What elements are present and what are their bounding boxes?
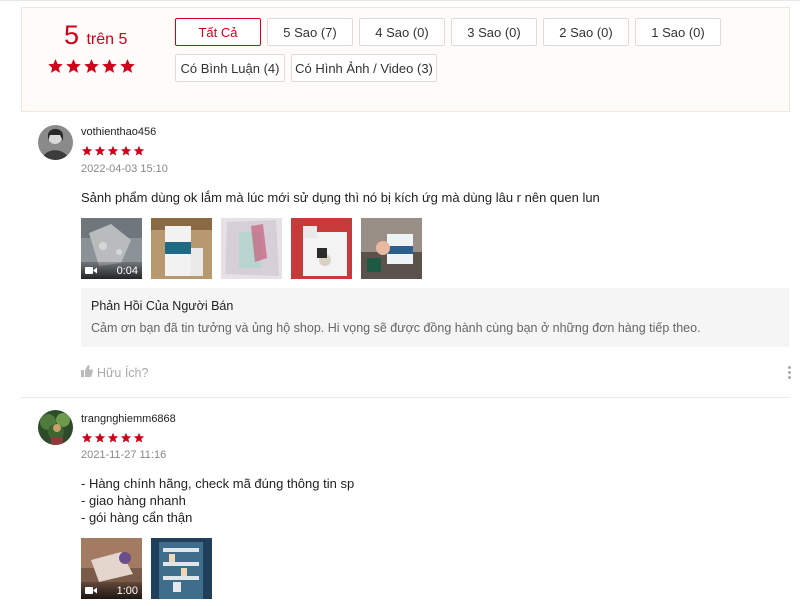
- review-image-thumbnail[interactable]: [151, 218, 212, 279]
- star-icon: [94, 432, 106, 443]
- filter-3-star-button[interactable]: 3 Sao (0): [451, 18, 537, 46]
- filter-4-star-button[interactable]: 4 Sao (0): [359, 18, 445, 46]
- review-stars: [81, 431, 146, 449]
- review-username[interactable]: vothienthao456: [81, 126, 156, 138]
- review-item: trangnghiemm6868 2021-11-27 11:16 - Hàng…: [21, 406, 800, 606]
- rating-overview: 5 trên 5 Tất Cả 5 Sao (7) 4 Sao (0) 3 Sa…: [21, 7, 790, 112]
- seller-reply: Phản Hồi Của Người Bán Cảm ơn bạn đã tin…: [81, 288, 789, 347]
- review-text: - Hàng chính hãng, check mã đúng thông t…: [81, 475, 354, 526]
- star-icon: [102, 59, 117, 73]
- review-username[interactable]: trangnghiemm6868: [81, 413, 176, 425]
- review-image-thumbnail[interactable]: [361, 218, 422, 279]
- star-icon: [120, 59, 135, 73]
- review-text-line: Sảnh phẩm dùng ok lắm mà lúc mới sử dụng…: [81, 190, 600, 205]
- star-icon: [120, 432, 132, 443]
- more-options-icon[interactable]: [786, 366, 792, 382]
- review-video-thumbnail[interactable]: 1:00: [81, 538, 142, 599]
- review-text-line: - giao hàng nhanh: [81, 493, 186, 508]
- helpful-button[interactable]: Hữu Ích?: [81, 365, 148, 380]
- average-score: 5 trên 5: [64, 20, 127, 51]
- review-text-line: - Hàng chính hãng, check mã đúng thông t…: [81, 476, 355, 491]
- filter-5-star-button[interactable]: 5 Sao (7): [267, 18, 353, 46]
- filter-all-button[interactable]: Tất Cả: [175, 18, 261, 46]
- filter-2-star-button[interactable]: 2 Sao (0): [543, 18, 629, 46]
- star-icon: [107, 432, 119, 443]
- score-value: 5: [64, 20, 80, 50]
- review-image-thumbnail[interactable]: [291, 218, 352, 279]
- review-date: 2021-11-27 11:16: [81, 449, 167, 461]
- filter-with-media-button[interactable]: Có Hình Ảnh / Video (3): [291, 54, 437, 82]
- star-icon: [81, 432, 93, 443]
- video-duration: 1:00: [116, 584, 138, 597]
- star-icon: [94, 145, 106, 156]
- filter-with-comment-button[interactable]: Có Bình Luận (4): [175, 54, 285, 82]
- star-icon: [133, 145, 145, 156]
- review-item: vothienthao456 2022-04-03 15:10 Sảnh phẩ…: [21, 118, 800, 398]
- avatar[interactable]: [38, 410, 73, 445]
- video-camera-icon: [85, 262, 97, 280]
- filter-1-star-button[interactable]: 1 Sao (0): [635, 18, 721, 46]
- thumbs-up-icon: [81, 365, 93, 380]
- star-icon: [66, 59, 81, 73]
- review-date: 2022-04-03 15:10: [81, 163, 168, 175]
- star-icon: [120, 145, 132, 156]
- review-text-line: - gói hàng cẩn thận: [81, 510, 193, 525]
- score-max-label: trên 5: [86, 31, 128, 48]
- video-duration: 0:04: [116, 264, 138, 277]
- avatar[interactable]: [38, 125, 73, 160]
- top-rule: [0, 0, 800, 1]
- review-divider: [21, 397, 790, 398]
- average-stars: [47, 58, 137, 80]
- review-stars: [81, 144, 146, 162]
- review-image-thumbnail[interactable]: [151, 538, 212, 599]
- video-overlay: 0:04: [81, 262, 142, 279]
- review-text: Sảnh phẩm dùng ok lắm mà lúc mới sử dụng…: [81, 189, 600, 206]
- video-camera-icon: [85, 582, 97, 600]
- review-video-thumbnail[interactable]: 0:04: [81, 218, 142, 279]
- star-icon: [81, 145, 93, 156]
- star-icon: [48, 59, 63, 73]
- star-icon: [107, 145, 119, 156]
- review-image-thumbnail[interactable]: [221, 218, 282, 279]
- seller-reply-message: Cảm ơn bạn đã tin tưởng và ủng hộ shop. …: [91, 321, 701, 335]
- video-overlay: 1:00: [81, 582, 142, 599]
- seller-reply-title: Phản Hồi Của Người Bán: [91, 299, 234, 313]
- star-icon: [133, 432, 145, 443]
- star-icon: [84, 59, 99, 73]
- helpful-label: Hữu Ích?: [97, 365, 149, 380]
